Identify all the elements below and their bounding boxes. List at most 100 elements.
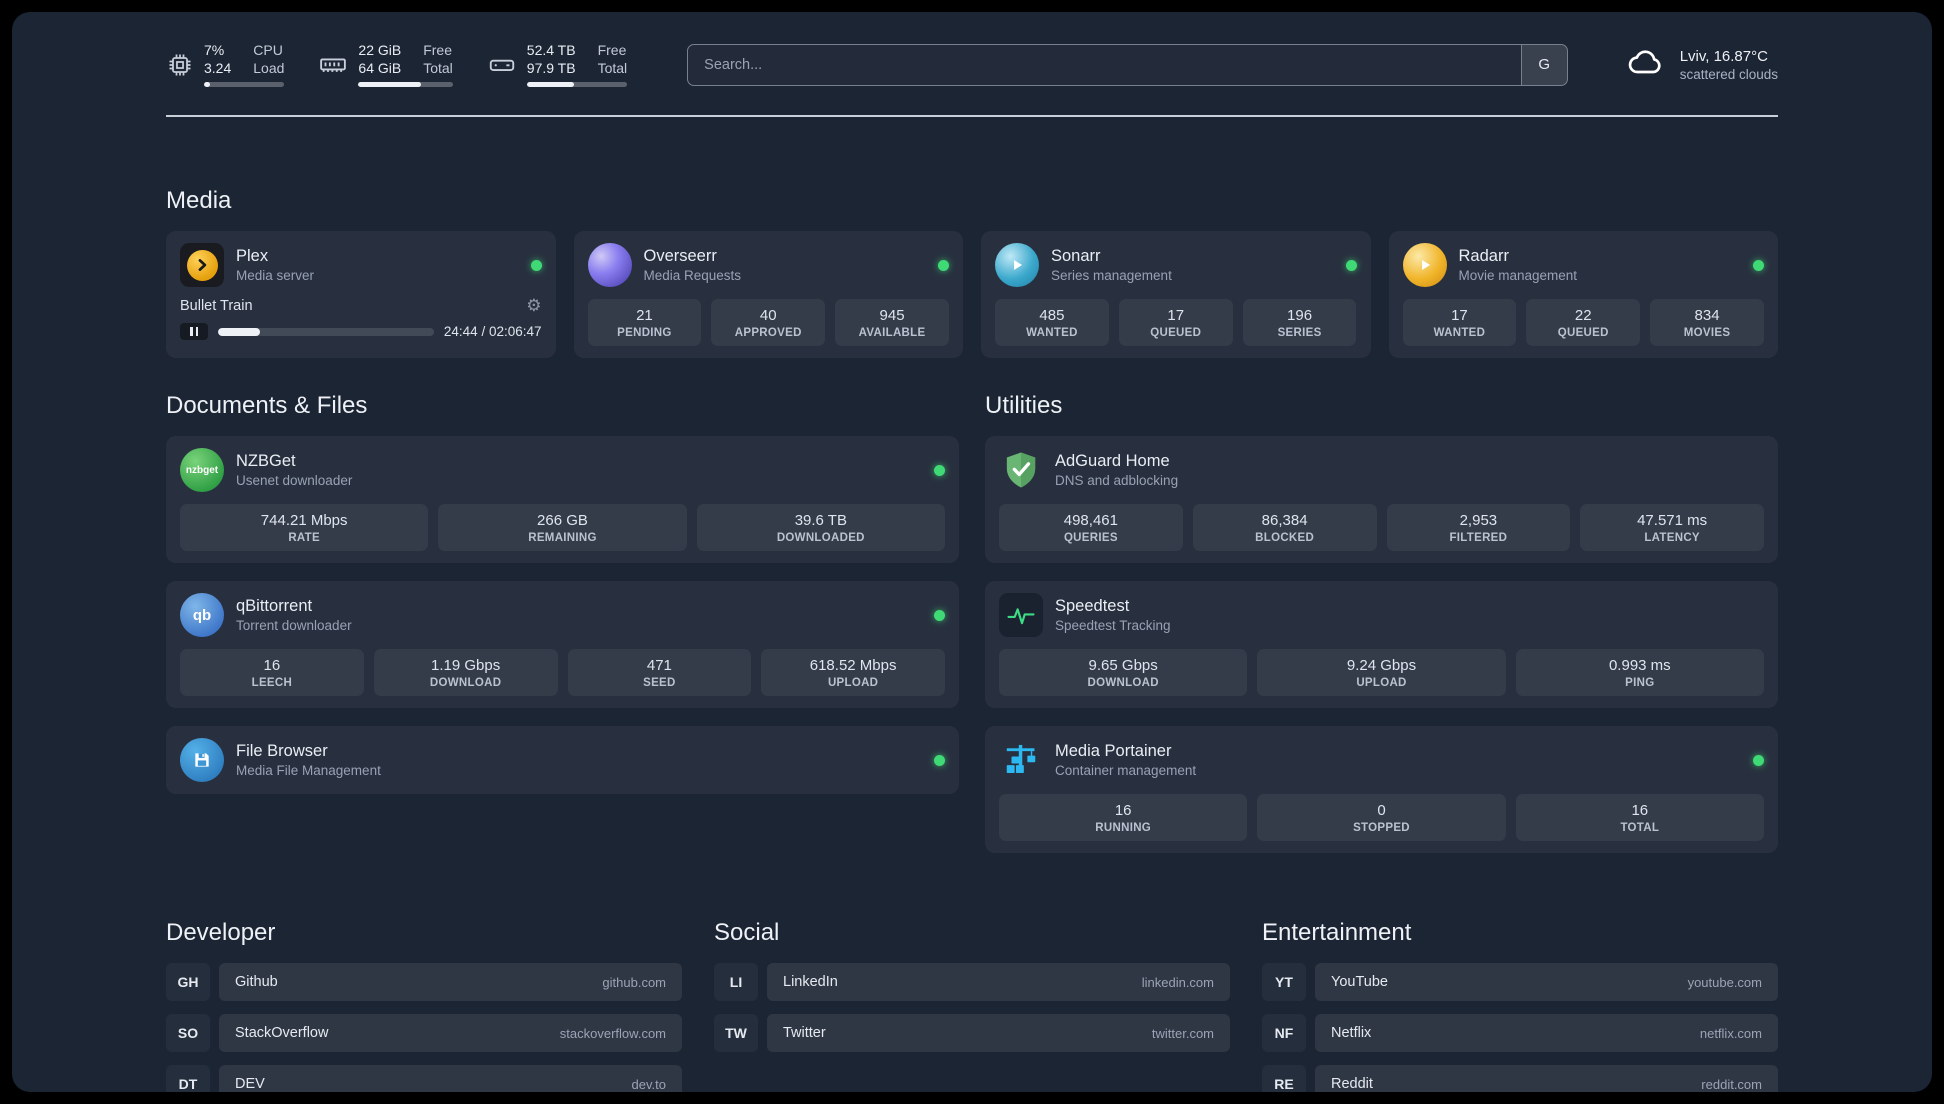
disk-total: 97.9 TB [526,60,576,76]
cpu-widget: 7% CPU 3.24 Load [166,42,285,87]
bookmark-name: StackOverflow [235,1025,329,1041]
service-title: Plex [236,247,269,265]
stat-blocked: 86,384 BLOCKED [1192,504,1377,551]
service-card-speedtest[interactable]: Speedtest Speedtest Tracking 9.65 Gbps D… [985,581,1778,708]
search-input[interactable] [688,44,1521,85]
now-playing-title: Bullet Train [180,297,253,314]
service-title: NZBGet [236,452,296,470]
search-bar: G [687,43,1568,86]
stat-download: 1.19 Gbps DOWNLOAD [373,649,558,696]
header-divider [166,115,1778,117]
stat-remaining: 266 GB REMAINING [438,504,687,551]
service-subtitle: Media Requests [643,268,742,283]
cpu-usage-bar [204,82,285,87]
service-subtitle: Media server [236,268,315,283]
portainer-icon [999,738,1043,782]
cloud-icon [1624,42,1668,87]
service-subtitle: Container management [1055,763,1197,778]
service-card-qbittorrent[interactable]: qb qBittorrent Torrent downloader 16 LEE… [166,581,959,708]
bookmark-url: github.com [602,974,666,990]
service-card-adguard[interactable]: AdGuard Home DNS and adblocking 498,461 … [985,436,1778,563]
weather-condition: scattered clouds [1679,66,1778,82]
service-card-portainer[interactable]: Media Portainer Container management 16 … [985,726,1778,853]
service-title: AdGuard Home [1055,452,1170,470]
disk-free: 52.4 TB [526,42,576,58]
disk-label-2: Total [597,60,628,76]
bookmark-linkedin[interactable]: LI LinkedIn linkedin.com [714,963,1230,1001]
bookmark-name: Netflix [1331,1025,1372,1041]
hard-drive-icon [487,50,517,80]
filebrowser-icon [180,738,224,782]
service-card-overseerr[interactable]: Overseerr Media Requests 21 PENDING 40 A… [573,231,963,358]
status-online-dot [934,609,945,621]
service-card-sonarr[interactable]: Sonarr Series management 485 WANTED 17 Q… [981,231,1371,358]
disk-widget: 52.4 TB Free 97.9 TB Total [487,42,628,87]
section-heading-documents: Documents & Files [166,392,368,419]
nzbget-icon: nzbget [180,448,224,492]
service-title: qBittorrent [236,597,313,615]
bookmark-reddit[interactable]: RE Reddit reddit.com [1262,1065,1778,1092]
service-card-radarr[interactable]: Radarr Movie management 17 WANTED 22 QUE… [1388,231,1778,358]
system-widgets: 7% CPU 3.24 Load 22 GiB Free 64 GiB Tota… [166,42,628,87]
bookmark-abbr: NF [1262,1014,1306,1052]
gear-icon[interactable]: ⚙ [526,297,541,314]
service-subtitle: DNS and adblocking [1055,473,1179,488]
bookmark-netflix[interactable]: NF Netflix netflix.com [1262,1014,1778,1052]
stat-latency: 47.571 ms LATENCY [1580,504,1764,551]
speedtest-icon [999,593,1043,637]
bookmark-stackoverflow[interactable]: SO StackOverflow stackoverflow.com [166,1014,682,1052]
service-title: Speedtest [1055,597,1130,615]
bookmark-youtube[interactable]: YT YouTube youtube.com [1262,963,1778,1001]
bookmark-github[interactable]: GH Github github.com [166,963,682,1001]
stat-available: 945 AVAILABLE [835,299,949,346]
bookmark-name: LinkedIn [783,974,838,990]
section-heading-entertainment: Entertainment [1262,919,1412,946]
stat-wanted: 17 WANTED [1402,299,1517,346]
bookmark-abbr: SO [166,1014,210,1052]
service-card-filebrowser[interactable]: File Browser Media File Management [166,726,959,794]
cpu-chip-icon [166,51,194,79]
stat-queries: 498,461 QUERIES [999,504,1183,551]
search-provider-button[interactable]: G [1520,44,1567,85]
stat-queued: 17 QUEUED [1118,299,1233,346]
bookmark-twitter[interactable]: TW Twitter twitter.com [714,1014,1230,1052]
stat-series: 196 SERIES [1242,299,1357,346]
stat-rate: 744.21 Mbps RATE [180,504,429,551]
cpu-percent: 7% [204,42,225,58]
service-title: Media Portainer [1055,742,1172,760]
section-heading-media: Media [166,187,232,214]
stat-downloaded: 39.6 TB DOWNLOADED [696,504,945,551]
stat-upload: 618.52 Mbps UPLOAD [761,649,945,696]
bookmark-dev[interactable]: DT DEV dev.to [166,1065,682,1092]
service-subtitle: Speedtest Tracking [1055,618,1171,633]
service-card-plex[interactable]: Plex Media server Bullet Train ⚙ 24:44 /… [166,231,556,358]
stat-filtered: 2,953 FILTERED [1386,504,1571,551]
bookmark-name: Github [235,974,278,990]
section-social: Social LI LinkedIn linkedin.com TW Twitt… [714,919,1230,1092]
stat-approved: 40 APPROVED [711,299,826,346]
stat-wanted: 485 WANTED [995,299,1109,346]
pause-button[interactable] [180,323,208,340]
weather-widget: Lviv, 16.87°C scattered clouds [1624,42,1778,87]
service-title: Overseerr [643,247,717,265]
service-title: Sonarr [1051,247,1101,265]
playback-progress-bar[interactable] [218,327,434,336]
service-subtitle: Movie management [1458,268,1578,283]
stat-seed: 471 SEED [567,649,752,696]
bookmark-abbr: GH [166,963,210,1001]
disk-label-1: Free [597,42,627,58]
service-title: Radarr [1458,247,1509,265]
status-online-dot [1345,259,1357,271]
service-subtitle: Series management [1051,268,1172,283]
status-online-dot [1753,754,1764,766]
memory-icon [318,50,348,80]
bookmark-name: YouTube [1331,974,1388,990]
disk-usage-bar [526,82,628,87]
section-media: Media Plex Media server Bullet Train ⚙ 2… [166,187,1778,358]
section-heading-developer: Developer [166,919,276,946]
sonarr-icon [995,243,1039,287]
bookmark-name: DEV [235,1076,265,1092]
service-subtitle: Usenet downloader [236,473,353,488]
service-card-nzbget[interactable]: nzbget NZBGet Usenet downloader 744.21 M… [166,436,959,563]
status-online-dot [530,259,542,271]
